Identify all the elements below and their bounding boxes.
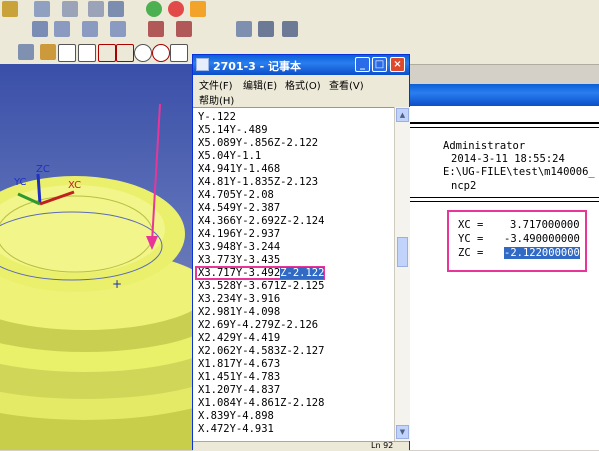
- tool-icon[interactable]: [190, 1, 206, 17]
- info-panel-titlebar: [410, 84, 599, 106]
- maximize-button[interactable]: □: [372, 57, 387, 72]
- part-name: ncp2: [451, 180, 477, 192]
- zc-axis-label: ZC: [36, 164, 50, 175]
- zc-label: ZC =: [458, 247, 484, 259]
- code-line: X1.817Y-4.673: [198, 358, 281, 370]
- slash-icon[interactable]: [78, 44, 96, 62]
- code-line: X4.196Y-2.937: [198, 228, 281, 240]
- separator-2: [410, 197, 599, 202]
- transform-icon[interactable]: [110, 21, 126, 37]
- circle-snap-icon[interactable]: [134, 44, 152, 62]
- code-line: X5.14Y-.489: [198, 124, 268, 136]
- code-line: X5.089Y-.856Z-2.122: [198, 137, 319, 149]
- code-line: X3.528Y-3.671Z-2.125: [198, 280, 325, 292]
- code-line: X.472Y-4.931: [198, 423, 274, 435]
- code-line: X2.062Y-4.583Z-2.127: [198, 345, 325, 357]
- plus-icon[interactable]: [170, 44, 188, 62]
- line-indicator: Ln 92: [371, 441, 394, 450]
- menu-format[interactable]: 格式(O): [285, 77, 321, 92]
- camera-icon[interactable]: [258, 21, 274, 37]
- code-line: Y-.122: [198, 111, 236, 123]
- toolbar-row-1: [0, 0, 599, 19]
- code-line: X2.981Y-4.098: [198, 306, 281, 318]
- code-line: X2.429Y-4.419: [198, 332, 281, 344]
- code-line: X4.705Y-2.08: [198, 189, 274, 201]
- notepad-window: 2701-3 - 记事本 _ □ × 文件(F) 编辑(E) 格式(O) 查看(…: [192, 54, 410, 451]
- scroll-thumb[interactable]: [397, 237, 408, 267]
- code-line: X3.948Y-3.244: [198, 241, 281, 253]
- scroll-down-arrow[interactable]: ▼: [396, 425, 409, 439]
- xc-value: 3.717000000: [510, 219, 580, 231]
- scroll-up-arrow[interactable]: ▲: [396, 108, 409, 122]
- print-icon[interactable]: [282, 21, 298, 37]
- table-icon[interactable]: [236, 21, 252, 37]
- code-line: X4.366Y-2.692Z-2.124: [198, 215, 325, 227]
- circle-icon[interactable]: [146, 1, 162, 17]
- code-line: X2.69Y-4.279Z-2.126: [198, 319, 319, 331]
- menu-file[interactable]: 文件(F): [199, 77, 233, 92]
- notepad-titlebar[interactable]: 2701-3 - 记事本 _ □ ×: [193, 55, 409, 75]
- code-line: X1.451Y-4.783: [198, 371, 281, 383]
- menu-help[interactable]: 帮助(H): [199, 92, 234, 107]
- notepad-title: 2701-3 - 记事本: [213, 60, 302, 73]
- fold-icon[interactable]: [62, 1, 78, 17]
- code-line: X4.941Y-1.468: [198, 163, 281, 175]
- line-icon[interactable]: [58, 44, 76, 62]
- code-line: X1.207Y-4.837: [198, 384, 281, 396]
- yc-axis-label: YC: [13, 177, 27, 188]
- file-path: E:\UG-FILE\test\m140006_: [443, 166, 595, 178]
- frame-icon[interactable]: [148, 21, 164, 37]
- menu-edit[interactable]: 编辑(E): [243, 77, 277, 92]
- xc-label: XC =: [458, 219, 484, 231]
- code-line: X3.234Y-3.916: [198, 293, 281, 305]
- grid-view-icon[interactable]: [32, 21, 48, 37]
- code-line: X5.04Y-1.1: [198, 150, 262, 162]
- measure-icon[interactable]: [176, 21, 192, 37]
- target-icon[interactable]: [152, 44, 170, 62]
- snap-icon[interactable]: [40, 44, 56, 60]
- code-line: X.839Y-4.898: [198, 410, 274, 422]
- yc-value: -3.490000000: [504, 233, 580, 245]
- layer-icon[interactable]: [2, 1, 18, 17]
- pin-icon[interactable]: [88, 1, 104, 17]
- notepad-icon: [196, 58, 209, 71]
- trim-icon[interactable]: [82, 21, 98, 37]
- code-line: X4.549Y-2.387: [198, 202, 281, 214]
- arc-icon[interactable]: [98, 44, 116, 62]
- sketch-icon[interactable]: [108, 1, 124, 17]
- curve-icon[interactable]: [54, 21, 70, 37]
- yc-label: YC =: [458, 233, 484, 245]
- zc-value[interactable]: -2.122000000: [504, 247, 580, 259]
- point-icon[interactable]: [116, 44, 134, 62]
- select-icon[interactable]: [18, 44, 34, 60]
- xc-axis-label: XC: [68, 180, 81, 191]
- timestamp: 2014-3-11 18:55:24: [451, 153, 565, 165]
- part-model: YC ZC XC +: [0, 103, 192, 450]
- minimize-button[interactable]: _: [355, 57, 370, 72]
- separator: [410, 122, 599, 128]
- code-line: X4.81Y-1.835Z-2.123: [198, 176, 319, 188]
- point-marker: +: [112, 277, 122, 291]
- selected-text[interactable]: Z-2.122: [280, 267, 325, 279]
- notepad-text-area[interactable]: Y-.122 X5.14Y-.489 X5.089Y-.856Z-2.122 X5.0…: [193, 107, 394, 442]
- notepad-menubar: 文件(F) 编辑(E) 格式(O) 查看(V) 帮助(H): [193, 75, 409, 107]
- user-name: Administrator: [443, 140, 526, 152]
- grid-icon[interactable]: [34, 1, 50, 17]
- info-panel: Administrator 2014-3-11 18:55:24 E:\UG-F…: [410, 84, 599, 450]
- cad-viewport[interactable]: YC ZC XC +: [0, 64, 192, 450]
- menu-view[interactable]: 查看(V): [329, 77, 364, 92]
- toolbar-row-2: [0, 18, 599, 41]
- close-button[interactable]: ×: [390, 57, 405, 72]
- vertical-scrollbar[interactable]: ▲ ▼: [394, 107, 410, 441]
- code-line: X1.084Y-4.861Z-2.128: [198, 397, 325, 409]
- gear-icon[interactable]: [168, 1, 184, 17]
- code-line: X3.717Y-3.492Z-2.122: [198, 267, 325, 279]
